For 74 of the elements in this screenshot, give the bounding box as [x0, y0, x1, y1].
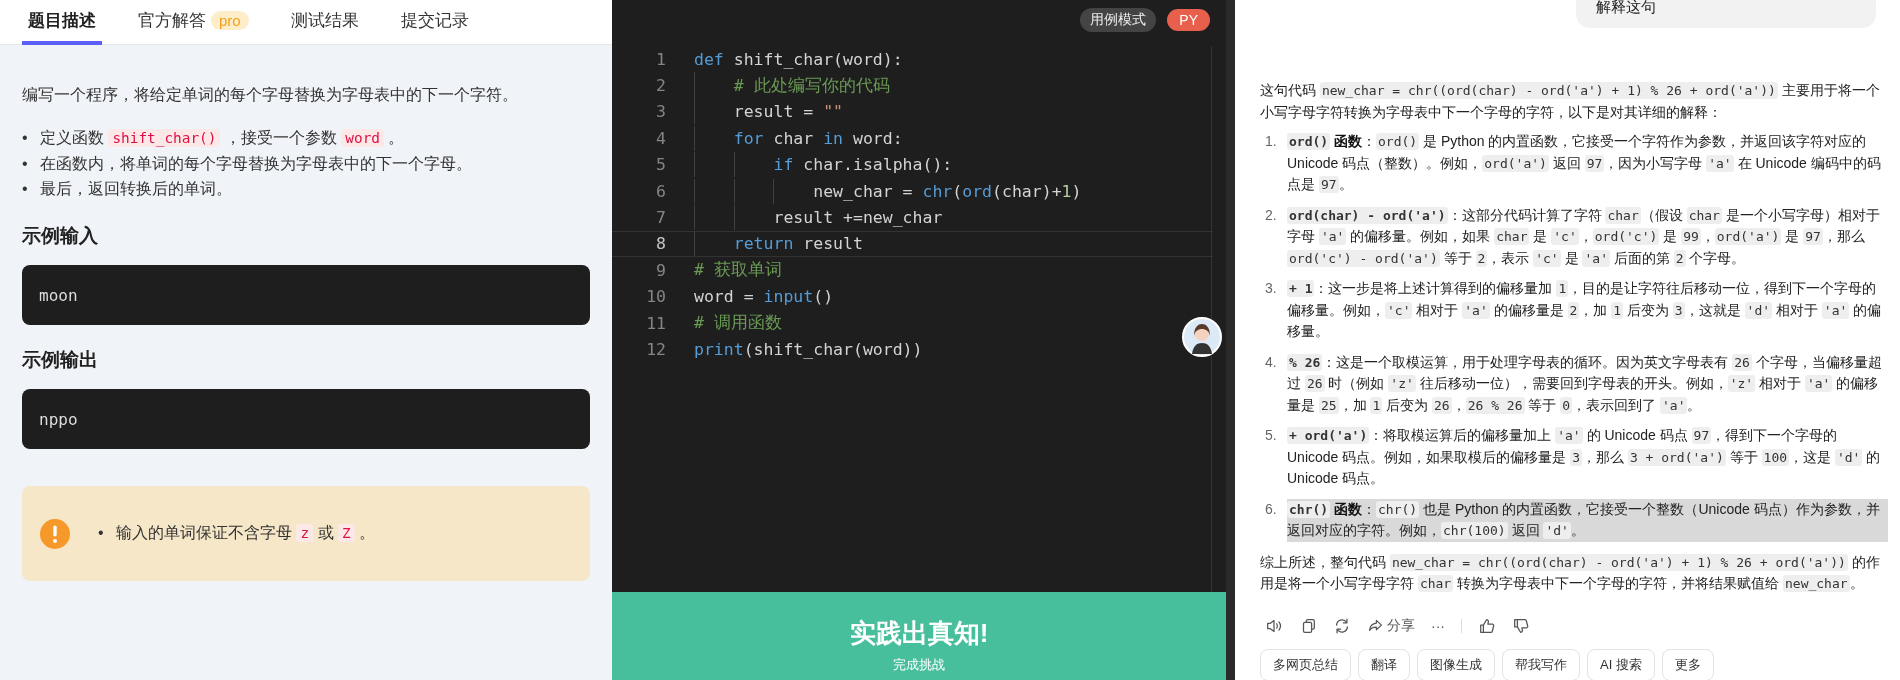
- line-number: 3: [655, 102, 666, 122]
- code-line: # 获取单词: [694, 259, 782, 282]
- code-line: result +=new_char: [694, 208, 943, 228]
- line-number: 9: [655, 260, 666, 280]
- problem-description: 编写一个程序，将给定单词的每个字母替换为字母表中的下一个字符。: [22, 85, 519, 105]
- code-line: print(shift_char(word)): [694, 340, 923, 359]
- line-number: 10: [645, 287, 666, 307]
- list-item-text: % 26：这是一个取模运算，用于处理字母表的循环。因为英文字母表有 26 个字母，当偏移量超过 26 时（例如 'z' 往后移动一位），需要回到字母表的开头。例如，'z' 相对于 'a' 的偏移量是 25，加 1 后变为 26，26 % 26 等于 0，表示回到了 'a'。: [1287, 352, 1883, 416]
- list-number: 3.: [1264, 279, 1278, 298]
- tab[interactable]: 题目描述: [22, 0, 102, 45]
- avatar-icon[interactable]: [1182, 317, 1222, 357]
- example-code-block: moon: [22, 265, 590, 325]
- code-line: if char.isalpha():: [694, 155, 953, 175]
- answer-paragraph: 综上所述，整句代码 new_char = chr((ord(char) - ord('a') + 1) % 26 + ord('a')) 的作用是将一个小写字母字符 char 转换为字母表中下一个字母的字符，并将结果赋值给 new_char。: [1260, 552, 1881, 594]
- line-number: 8: [655, 234, 666, 254]
- list-number: 1.: [1264, 132, 1278, 151]
- list-item-text: + ord('a')：将取模运算后的偏移量加上 'a' 的 Unicode 码点 97，得到下一个字母的 Unicode 码点。例如，如果取模后的偏移量是 3，那么 3 + ord('a') 等于 100，这是 'd' 的 Unicode 码点。: [1287, 426, 1882, 488]
- list-item-text: chr() 函数：chr() 也是 Python 的内置函数，它接受一个整数（Unicode 码点）作为参数，并返回对应的字符。例如，chr(100) 返回 'd'。: [1287, 498, 1888, 542]
- list-number: 4.: [1264, 352, 1278, 372]
- suggestion-chip[interactable]: AI 搜索: [1587, 648, 1655, 680]
- section-heading: 示例输入: [22, 224, 99, 248]
- share-button[interactable]: 分享: [1367, 616, 1415, 635]
- tab[interactable]: 提交记录: [394, 0, 475, 45]
- more-button[interactable]: ···: [1431, 617, 1445, 634]
- code-line: new_char = chr(ord(char)+1): [694, 181, 1082, 201]
- thumbs-up-icon[interactable]: [1478, 616, 1496, 635]
- list-item-text: ord(char) - ord('a')：这部分代码计算了字符 char（假设 char 是一个小写字母）相对于字母 'a' 的偏移量。例如，如果 char 是 'c'，ord('c') 是 99，ord('a') 是 97，那么 ord('c') - ord('a') 等于 2，表示 'c' 是 'a' 后面的第 2 个字母。: [1287, 205, 1881, 269]
- mode-badge[interactable]: 用例模式: [1080, 8, 1157, 32]
- tab[interactable]: 官方解答 pro: [132, 0, 255, 45]
- code-line: # 此处编写你的代码: [694, 74, 890, 97]
- section-heading: 示例输出: [22, 348, 99, 372]
- suggestion-chip[interactable]: 多网页总结: [1260, 648, 1351, 680]
- line-number: 1: [655, 49, 666, 69]
- line-number: 5: [655, 155, 666, 175]
- share-icon: [1367, 617, 1384, 634]
- line-number: 7: [655, 208, 666, 228]
- tab[interactable]: 测试结果: [284, 0, 365, 45]
- list-item-text: + 1：这一步是将上述计算得到的偏移量加 1，目的是让字符往后移动一位，得到下一个字母的偏移量。例如，'c' 相对于 'a' 的偏移量是 2，加 1 后变为 3，这就是 'd' 相对于 'a' 的偏移量。: [1287, 279, 1883, 341]
- line-number: 4: [655, 128, 666, 148]
- answer-paragraph: 这句代码 new_char = chr((ord(char) - ord('a') + 1) % 26 + ord('a')) 主要用于将一个小写字母字符转换为字母表中下一个字母的字符，以下是对其详细的解释：: [1260, 81, 1881, 122]
- line-number: 11: [645, 313, 666, 333]
- list-number: 5.: [1264, 426, 1278, 445]
- code-line: for char in word:: [694, 128, 903, 148]
- list-item-text: ord() 函数：ord() 是 Python 的内置函数，它接受一个字符作为参数，并返回该字符对应的 Unicode 码点（整数）。例如，ord('a') 返回 97，因为小写字母 'a' 在 Unicode 编码中的码点是 97。: [1287, 132, 1882, 195]
- notice-text: 输入的单词保证不含字母 z 或 Z 。: [116, 523, 376, 544]
- list-number: 6.: [1264, 499, 1278, 519]
- line-number: 6: [655, 181, 666, 201]
- list-number: 2.: [1264, 205, 1278, 225]
- warning-icon: [40, 518, 70, 549]
- code-line: result = "": [694, 102, 843, 122]
- code-line: return result: [694, 234, 863, 254]
- code-line: # 调用函数: [694, 312, 782, 335]
- refresh-icon[interactable]: [1333, 616, 1351, 635]
- banner-title: 实践出真知!: [849, 617, 989, 650]
- code-line: def shift_char(word):: [694, 49, 903, 69]
- requirement-item: 最后，返回转换后的单词。: [40, 179, 232, 199]
- requirement-item: 定义函数 shift_char() ，接受一个参数 word 。: [40, 128, 405, 149]
- bullet-marker: •: [22, 179, 29, 199]
- bullet-marker: •: [22, 128, 29, 148]
- bullet-marker: •: [98, 524, 105, 542]
- thumbs-down-icon[interactable]: [1512, 616, 1530, 635]
- banner-subtitle: 完成挑战: [893, 657, 945, 672]
- pro-badge: pro: [211, 11, 249, 30]
- user-message-bubble: 解释这句: [1576, 0, 1876, 28]
- suggestion-chip[interactable]: 图像生成: [1417, 648, 1495, 680]
- line-number: 2: [655, 76, 666, 96]
- example-code-block: nppo: [22, 389, 590, 449]
- suggestion-chip[interactable]: 帮我写作: [1502, 648, 1580, 680]
- suggestion-chip[interactable]: 翻译: [1358, 648, 1410, 680]
- bullet-marker: •: [22, 154, 29, 174]
- suggestion-chip[interactable]: 更多: [1661, 648, 1714, 680]
- code-line: word = input(): [694, 287, 834, 307]
- requirement-item: 在函数内，将单词的每个字母替换为字母表中的下一个字母。: [40, 154, 472, 174]
- line-number: 12: [645, 340, 666, 359]
